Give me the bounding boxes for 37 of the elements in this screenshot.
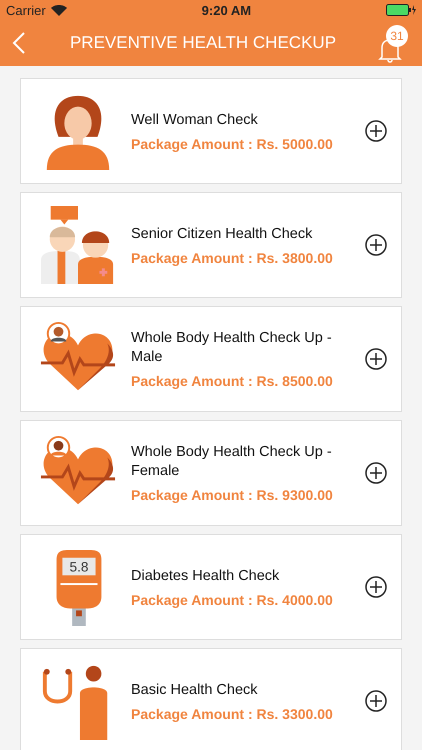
plus-circle-icon (365, 234, 387, 256)
add-button[interactable] (365, 120, 387, 142)
plus-circle-icon (365, 576, 387, 598)
package-amount: Package Amount : Rs. 3300.00 (131, 706, 334, 722)
package-amount: Package Amount : Rs. 9300.00 (131, 487, 334, 503)
notification-count-badge: 31 (386, 25, 408, 47)
plus-circle-icon (365, 348, 387, 370)
package-name: Diabetes Health Check (131, 566, 280, 586)
status-time: 9:20 AM (202, 2, 252, 18)
add-button[interactable] (365, 462, 387, 484)
add-button[interactable] (365, 576, 387, 598)
add-button[interactable] (365, 348, 387, 370)
package-card[interactable]: Basic Health Check Package Amount : Rs. 3300.00 (20, 648, 402, 750)
package-amount: Package Amount : Rs. 3800.00 (131, 250, 334, 266)
wifi-icon (50, 4, 67, 16)
carrier-name: Carrier (6, 2, 46, 18)
package-card[interactable]: Senior Citizen Health Check Package Amount : Rs. 3800.00 (20, 192, 402, 298)
package-card[interactable]: 5.8 Diabetes Health Check Package Amount : Rs. 4000.00 (20, 534, 402, 640)
package-amount: Package Amount : Rs. 5000.00 (131, 136, 334, 152)
package-card[interactable]: Whole Body Health Check Up - Female Package Amount : Rs. 9300.00 (20, 420, 402, 526)
plus-circle-icon (365, 690, 387, 712)
package-name: Whole Body Health Check Up - Male (131, 329, 333, 367)
package-name: Well Woman Check (131, 110, 259, 130)
package-name: Whole Body Health Check Up - Female (131, 443, 333, 481)
plus-circle-icon (365, 120, 387, 142)
battery-icon (386, 4, 416, 16)
add-button[interactable] (365, 234, 387, 256)
package-card[interactable]: Well Woman Check Package Amount : Rs. 5000.00 (20, 78, 402, 184)
add-button[interactable] (365, 690, 387, 712)
package-card[interactable]: Whole Body Health Check Up - Male Package Amount : Rs. 8500.00 (20, 306, 402, 412)
package-amount: Package Amount : Rs. 8500.00 (131, 373, 334, 389)
package-amount: Package Amount : Rs. 4000.00 (131, 592, 334, 608)
plus-circle-icon (365, 462, 387, 484)
page-title: PREVENTIVE HEALTH CHECKUP (68, 33, 338, 53)
package-name: Senior Citizen Health Check (131, 224, 314, 244)
chevron-left-icon (12, 31, 26, 55)
package-name: Basic Health Check (131, 680, 259, 700)
